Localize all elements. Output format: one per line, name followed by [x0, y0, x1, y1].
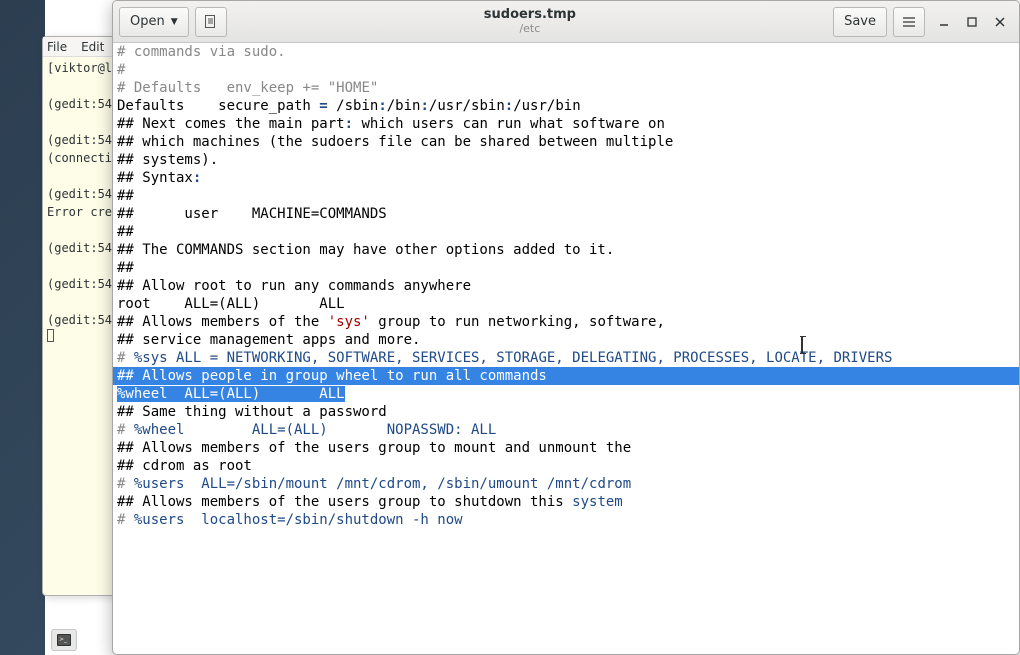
editor-line[interactable]: ## service management apps and more.	[113, 331, 1019, 349]
editor-line[interactable]: # %users localhost=/sbin/shutdown -h now	[113, 511, 1019, 529]
editor-line[interactable]: ## Allows members of the users group to …	[113, 493, 1019, 511]
maximize-button[interactable]	[965, 15, 979, 29]
hamburger-icon	[902, 16, 916, 28]
editor-line[interactable]: root ALL=(ALL) ALL	[113, 295, 1019, 313]
minimize-button[interactable]	[937, 15, 951, 29]
editor-line[interactable]: Defaults secure_path = /sbin:/bin:/usr/s…	[113, 97, 1019, 115]
terminal-cursor	[47, 329, 54, 342]
editor-line[interactable]: ## user MACHINE=COMMANDS	[113, 205, 1019, 223]
open-button[interactable]: Open ▼	[119, 7, 189, 37]
editor-area[interactable]: # commands via sudo.## Defaults env_keep…	[113, 43, 1019, 654]
editor-line[interactable]: ## systems).	[113, 151, 1019, 169]
editor-line[interactable]: ##	[113, 259, 1019, 277]
editor-line[interactable]: ## Syntax:	[113, 169, 1019, 187]
editor-line[interactable]: ##	[113, 187, 1019, 205]
text-cursor	[801, 337, 803, 353]
close-button[interactable]	[993, 15, 1007, 29]
editor-line[interactable]: # commands via sudo.	[113, 43, 1019, 61]
editor-line[interactable]: ## cdrom as root	[113, 457, 1019, 475]
window-controls	[931, 15, 1013, 29]
editor-line[interactable]: ## Allows members of the 'sys' group to …	[113, 313, 1019, 331]
terminal-icon: >_	[57, 634, 71, 646]
save-button-label: Save	[844, 14, 876, 29]
new-document-icon	[203, 14, 218, 29]
editor-line[interactable]: ##	[113, 223, 1019, 241]
svg-text:>_: >_	[59, 636, 68, 643]
window-subtitle: /etc	[519, 23, 540, 35]
editor-line[interactable]: # %sys ALL = NETWORKING, SOFTWARE, SERVI…	[113, 349, 1019, 367]
terminal-menu-file[interactable]: File	[47, 40, 67, 54]
editor-line[interactable]: # %wheel ALL=(ALL) NOPASSWD: ALL	[113, 421, 1019, 439]
new-tab-button[interactable]	[195, 7, 227, 37]
editor-line[interactable]: #	[113, 61, 1019, 79]
editor-line[interactable]: ## Next comes the main part: which users…	[113, 115, 1019, 133]
editor-line[interactable]: %wheel ALL=(ALL) ALL	[113, 385, 1019, 403]
desktop-background	[0, 0, 45, 655]
editor-line[interactable]: ## which machines (the sudoers file can …	[113, 133, 1019, 151]
save-button[interactable]: Save	[833, 7, 887, 37]
terminal-menu-edit[interactable]: Edit	[81, 40, 104, 54]
minimize-icon	[939, 17, 949, 27]
gedit-window: Open ▼ sudoers.tmp /etc Save # commands	[112, 0, 1020, 655]
taskbar-terminal-button[interactable]: >_	[51, 629, 77, 651]
editor-line[interactable]: ## The COMMANDS section may have other o…	[113, 241, 1019, 259]
maximize-icon	[967, 17, 977, 27]
editor-line[interactable]: ## Allows members of the users group to …	[113, 439, 1019, 457]
taskbar: >_	[45, 625, 83, 655]
chevron-down-icon: ▼	[171, 17, 178, 27]
close-icon	[995, 17, 1005, 27]
title-area: sudoers.tmp /etc	[233, 8, 827, 34]
editor-line[interactable]: # %users ALL=/sbin/mount /mnt/cdrom, /sb…	[113, 475, 1019, 493]
editor-line[interactable]: ## Allow root to run any commands anywhe…	[113, 277, 1019, 295]
window-title: sudoers.tmp	[484, 8, 576, 22]
editor-line[interactable]: # Defaults env_keep += "HOME"	[113, 79, 1019, 97]
editor-line[interactable]: ## Same thing without a password	[113, 403, 1019, 421]
headerbar: Open ▼ sudoers.tmp /etc Save	[113, 1, 1019, 43]
open-button-label: Open	[130, 14, 165, 29]
editor-line[interactable]: ## Allows people in group wheel to run a…	[113, 367, 1019, 385]
hamburger-menu-button[interactable]	[893, 7, 925, 37]
